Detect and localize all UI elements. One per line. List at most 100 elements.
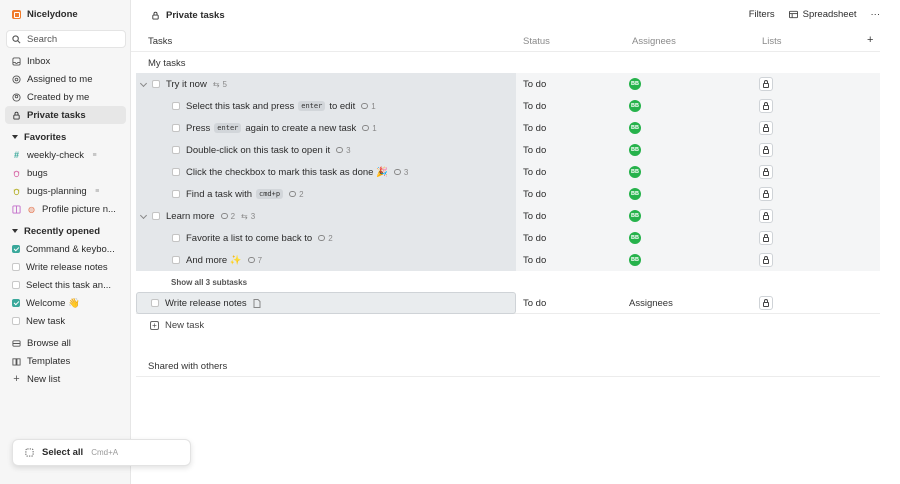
task-checkbox[interactable]	[172, 168, 180, 176]
recent-toggle[interactable]: Recently opened	[5, 222, 126, 240]
list-cell[interactable]	[759, 209, 773, 223]
table-row[interactable]: Find a task with cmd+p 2 To do BB	[136, 183, 880, 205]
list-cell[interactable]	[759, 296, 773, 310]
sidebar-item-new-list[interactable]: + New list	[5, 370, 126, 388]
avatar[interactable]: BB	[629, 122, 641, 134]
task-checkbox[interactable]	[152, 80, 160, 88]
sidebar-item-label: weekly-check	[27, 149, 85, 161]
avatar[interactable]: BB	[629, 78, 641, 90]
task-cell[interactable]: Press enter again to create a new task 1	[136, 117, 516, 139]
sidebar-recent-item[interactable]: New task	[5, 312, 126, 330]
table-row[interactable]: And more ✨ 7 To do BB	[136, 249, 880, 271]
table-row[interactable]: Try it now ⇆ 5 To do BB	[136, 73, 880, 95]
sidebar-item-profile-picture[interactable]: ◍ Profile picture n...	[5, 200, 126, 218]
more-options-button[interactable]: ···	[871, 9, 881, 20]
table-row[interactable]: Press enter again to create a new task 1…	[136, 117, 880, 139]
status-cell[interactable]: To do	[523, 255, 546, 266]
avatar[interactable]: BB	[629, 188, 641, 200]
search-button[interactable]: Search	[6, 30, 126, 48]
avatar[interactable]: BB	[629, 100, 641, 112]
task-cell[interactable]: Double-click on this task to open it 3	[136, 139, 516, 161]
task-cell[interactable]: And more ✨ 7	[136, 249, 516, 271]
favorites-heading: Favorites	[24, 131, 67, 143]
list-cell[interactable]	[759, 99, 773, 113]
task-checkbox[interactable]	[172, 234, 180, 242]
task-cell[interactable]: Try it now ⇆ 5	[136, 73, 516, 95]
avatar[interactable]: BB	[629, 210, 641, 222]
task-cell[interactable]: Click the checkbox to mark this task as …	[136, 161, 516, 183]
status-cell[interactable]: To do	[523, 233, 546, 244]
avatar[interactable]: BB	[629, 144, 641, 156]
table-row[interactable]: Double-click on this task to open it 3 T…	[136, 139, 880, 161]
status-cell[interactable]: To do	[523, 211, 546, 222]
list-cell[interactable]	[759, 121, 773, 135]
sidebar-item-assigned-to-me[interactable]: Assigned to me	[5, 70, 126, 88]
status-cell[interactable]: To do	[523, 123, 546, 134]
list-cell[interactable]	[759, 165, 773, 179]
row-cells	[516, 183, 880, 205]
favorites-toggle[interactable]: Favorites	[5, 128, 126, 146]
status-cell[interactable]: To do	[523, 189, 546, 200]
task-cell[interactable]: Select this task and press enter to edit…	[136, 95, 516, 117]
show-all-subtasks-link[interactable]: Show all 3 subtasks	[171, 278, 247, 287]
column-header-lists[interactable]: Lists	[762, 36, 782, 47]
avatar[interactable]: BB	[629, 232, 641, 244]
sidebar-recent-item[interactable]: Write release notes	[5, 258, 126, 276]
search-label: Search	[27, 33, 58, 45]
filters-button[interactable]: Filters	[749, 9, 775, 20]
list-cell[interactable]	[759, 77, 773, 91]
avatar[interactable]: BB	[629, 254, 641, 266]
list-cell[interactable]	[759, 231, 773, 245]
sidebar-item-templates[interactable]: Templates	[5, 352, 126, 370]
sidebar-recent-item[interactable]: Command & keybo...	[5, 240, 126, 258]
task-checkbox[interactable]	[172, 190, 180, 198]
assignees-cell[interactable]: Assignees	[629, 298, 673, 309]
task-checkbox[interactable]	[172, 256, 180, 264]
sidebar-item-created-by-me[interactable]: Created by me	[5, 88, 126, 106]
new-task-button[interactable]: + New task	[150, 320, 204, 331]
sidebar-recent-item[interactable]: Welcome 👋	[5, 294, 126, 312]
table-row[interactable]: Select this task and press enter to edit…	[136, 95, 880, 117]
task-cell[interactable]: Favorite a list to come back to 2	[136, 227, 516, 249]
comment-icon	[220, 213, 228, 219]
sidebar-item-bugs[interactable]: bugs	[5, 164, 126, 182]
task-cell[interactable]: Find a task with cmd+p 2	[136, 183, 516, 205]
status-cell[interactable]: To do	[523, 79, 546, 90]
table-header: Tasks Status Assignees Lists +	[131, 30, 880, 52]
workspace-switcher[interactable]: Nicelydone	[12, 9, 78, 20]
sidebar-item-browse-all[interactable]: Browse all	[5, 334, 126, 352]
task-cell[interactable]: Write release notes	[136, 292, 516, 314]
task-cell[interactable]: Learn more 2 ⇆ 3	[136, 205, 516, 227]
status-cell[interactable]: To do	[523, 101, 546, 112]
status-cell[interactable]: To do	[523, 145, 546, 156]
sidebar-item-inbox[interactable]: Inbox	[5, 52, 126, 70]
task-checkbox[interactable]	[172, 146, 180, 154]
table-row[interactable]: Write release notes To do Assignees	[136, 292, 880, 314]
task-checkbox[interactable]	[172, 124, 180, 132]
list-cell[interactable]	[759, 143, 773, 157]
add-column-button[interactable]: +	[867, 34, 873, 46]
column-header-assignees[interactable]: Assignees	[632, 36, 676, 47]
sidebar-item-weekly-check[interactable]: # weekly-check ≡	[5, 146, 126, 164]
column-header-status[interactable]: Status	[523, 36, 550, 47]
task-checkbox[interactable]	[152, 212, 160, 220]
status-cell[interactable]: To do	[523, 298, 546, 309]
sidebar-item-private-tasks[interactable]: Private tasks	[5, 106, 126, 124]
list-cell[interactable]	[759, 253, 773, 267]
chevron-down-icon[interactable]	[139, 211, 148, 220]
sidebar: Nicelydone Search Inbox Assigned to me C…	[0, 0, 131, 484]
table-row[interactable]: Click the checkbox to mark this task as …	[136, 161, 880, 183]
task-checkbox[interactable]	[172, 102, 180, 110]
avatar[interactable]: BB	[629, 166, 641, 178]
task-checkbox[interactable]	[151, 299, 159, 307]
list-cell[interactable]	[759, 187, 773, 201]
sidebar-item-bugs-planning[interactable]: bugs-planning ≡	[5, 182, 126, 200]
status-cell[interactable]: To do	[523, 167, 546, 178]
table-row[interactable]: Learn more 2 ⇆ 3 To do BB	[136, 205, 880, 227]
column-header-tasks[interactable]: Tasks	[148, 36, 172, 47]
chevron-down-icon[interactable]	[139, 79, 148, 88]
main-nav: Inbox Assigned to me Created by me Priva…	[5, 52, 126, 124]
spreadsheet-view-button[interactable]: Spreadsheet	[788, 9, 857, 20]
table-row[interactable]: Favorite a list to come back to 2 To do …	[136, 227, 880, 249]
sidebar-recent-item[interactable]: Select this task an...	[5, 276, 126, 294]
